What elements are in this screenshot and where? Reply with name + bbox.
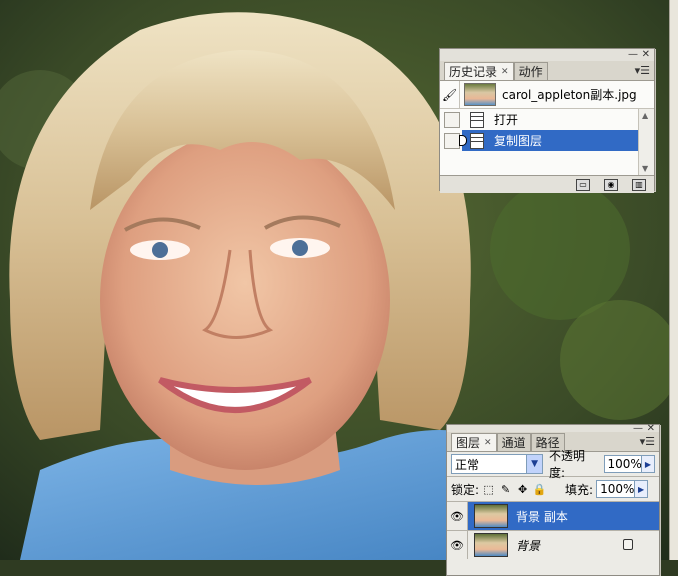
tab-layers[interactable]: 图层 ✕ bbox=[451, 433, 497, 451]
opacity-value: 100% bbox=[607, 457, 642, 471]
history-brush-source-box[interactable] bbox=[444, 111, 460, 128]
fill-input[interactable]: 100% ▶ bbox=[596, 480, 649, 498]
history-footer: ▭ ◉ ▥ bbox=[440, 175, 654, 193]
slider-arrow-icon[interactable]: ▶ bbox=[634, 481, 648, 497]
lock-icons: ⬚ ✎ ✥ 🔒 bbox=[483, 483, 547, 496]
history-states-list: 打开 复制图层 ▲ ▼ bbox=[440, 109, 654, 175]
history-state-label: 复制图层 bbox=[494, 134, 543, 148]
history-panel: — ✕ 历史记录 ✕ 动作 ▾☰ 🖌 carol_appleton副本.jpg … bbox=[439, 48, 655, 193]
history-state[interactable]: 打开 bbox=[440, 109, 654, 130]
document-icon bbox=[470, 132, 484, 149]
eye-icon[interactable]: 👁 bbox=[447, 531, 468, 559]
opacity-label: 不透明度: bbox=[549, 449, 586, 480]
layers-panel: — ✕ 图层 ✕ 通道 路径 ▾☰ 正常 ▼ 不透明度: 100% ▶ 锁定: … bbox=[446, 423, 660, 576]
lock-transparent-icon[interactable]: ⬚ bbox=[483, 483, 494, 496]
blend-row: 正常 ▼ 不透明度: 100% ▶ bbox=[447, 449, 659, 480]
layer-thumbnail bbox=[474, 504, 508, 528]
chevron-down-icon[interactable]: ▼ bbox=[526, 455, 543, 473]
tab-history[interactable]: 历史记录 ✕ bbox=[444, 62, 514, 80]
collapse-icon[interactable]: — bbox=[628, 49, 638, 60]
canvas-vertical-scrollbar[interactable] bbox=[669, 0, 678, 560]
close-icon[interactable]: ✕ bbox=[642, 49, 650, 60]
lock-move-icon[interactable]: ✥ bbox=[517, 483, 528, 496]
layer-row-selected[interactable]: 👁 背景 副本 bbox=[447, 501, 659, 530]
lock-paint-icon[interactable]: ✎ bbox=[500, 483, 511, 496]
layer-name: 背景 副本 bbox=[516, 509, 568, 524]
tab-layers-label: 图层 bbox=[456, 436, 481, 450]
fill-label: 填充: bbox=[565, 482, 594, 497]
panel-titlebar[interactable]: — ✕ bbox=[440, 49, 654, 61]
layer-name: 背景 bbox=[516, 538, 541, 553]
selection-highlight bbox=[462, 130, 638, 151]
snapshot-thumbnail bbox=[464, 83, 496, 106]
blend-mode-value: 正常 bbox=[455, 457, 480, 472]
create-snapshot-icon[interactable]: ◉ bbox=[604, 178, 618, 191]
close-tab-icon[interactable]: ✕ bbox=[484, 438, 492, 448]
slider-arrow-icon[interactable]: ▶ bbox=[641, 456, 654, 472]
tab-history-label: 历史记录 bbox=[449, 65, 498, 79]
tab-actions-label: 动作 bbox=[518, 65, 543, 79]
eye-icon[interactable]: 👁 bbox=[447, 502, 468, 530]
lock-all-icon[interactable]: 🔒 bbox=[533, 483, 547, 496]
scroll-down-icon[interactable]: ▼ bbox=[642, 164, 648, 173]
history-snapshot[interactable]: 🖌 carol_appleton副本.jpg bbox=[440, 81, 654, 109]
new-document-from-state-icon[interactable]: ▭ bbox=[576, 178, 590, 191]
close-tab-icon[interactable]: ✕ bbox=[501, 67, 509, 77]
panel-titlebar[interactable]: — ✕ bbox=[447, 423, 659, 434]
scroll-up-icon[interactable]: ▲ bbox=[642, 111, 648, 120]
lock-icon bbox=[623, 539, 633, 550]
opacity-input[interactable]: 100% ▶ bbox=[603, 455, 655, 473]
panel-menu-icon[interactable]: ▾☰ bbox=[635, 64, 650, 77]
layer-thumbnail bbox=[474, 533, 508, 557]
history-brush-source-box[interactable] bbox=[444, 132, 460, 149]
lock-label: 锁定: bbox=[451, 482, 480, 497]
document-icon bbox=[470, 111, 484, 128]
collapse-icon[interactable]: — bbox=[633, 423, 643, 434]
history-brush-icon[interactable]: 🖌 bbox=[440, 81, 460, 108]
layer-row[interactable]: 👁 背景 bbox=[447, 530, 659, 559]
history-scrollbar[interactable]: ▲ ▼ bbox=[638, 109, 654, 175]
tab-actions[interactable]: 动作 bbox=[513, 62, 548, 80]
tab-channels[interactable]: 通道 bbox=[496, 433, 531, 451]
history-state-label: 打开 bbox=[494, 113, 519, 127]
trash-icon[interactable]: ▥ bbox=[632, 178, 646, 191]
panel-menu-icon[interactable]: ▾☰ bbox=[640, 435, 655, 448]
blend-mode-select[interactable]: 正常 ▼ bbox=[451, 454, 544, 474]
history-state-selected[interactable]: 复制图层 bbox=[440, 130, 654, 151]
history-tabs: 历史记录 ✕ 动作 ▾☰ bbox=[440, 61, 654, 81]
close-icon[interactable]: ✕ bbox=[647, 423, 655, 434]
tab-channels-label: 通道 bbox=[501, 436, 526, 450]
snapshot-label: carol_appleton副本.jpg bbox=[502, 88, 637, 102]
fill-value: 100% bbox=[600, 482, 635, 496]
